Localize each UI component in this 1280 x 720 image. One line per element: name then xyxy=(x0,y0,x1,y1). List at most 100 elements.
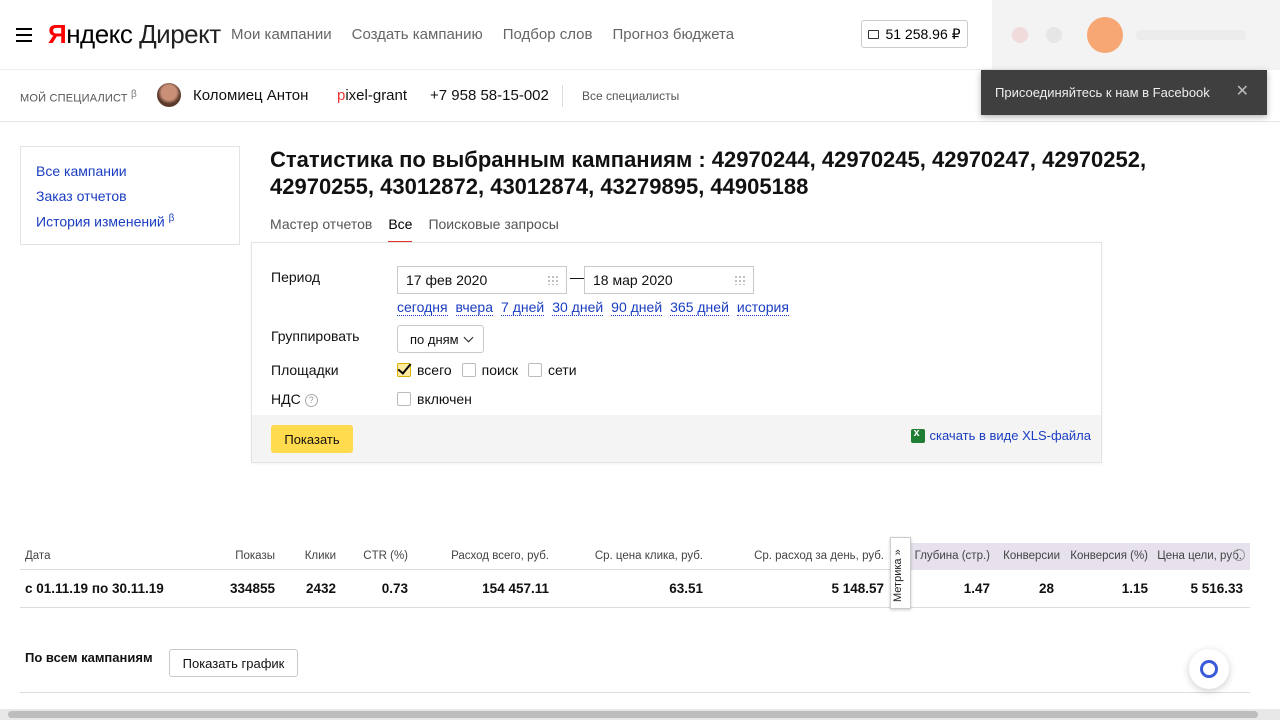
nav-create-campaign[interactable]: Создать кампанию xyxy=(352,26,483,43)
period-30-days[interactable]: 30 дней xyxy=(552,299,604,316)
cell-total-cost: 154 457.11 xyxy=(482,581,549,596)
col-ctr[interactable]: CTR (%) xyxy=(363,550,408,562)
grouping-value: по дням xyxy=(410,332,459,347)
page-title: Статистика по выбранным кампаниям : 4297… xyxy=(270,147,1147,199)
calendar-icon[interactable] xyxy=(547,275,559,285)
cell-avg-cpc: 63.51 xyxy=(669,581,703,596)
checkbox-all-label[interactable]: всего xyxy=(417,362,452,378)
horizontal-scrollbar[interactable] xyxy=(0,709,1280,720)
cell-goal-cost: 5 516.33 xyxy=(1190,581,1243,596)
checkbox-networks-label[interactable]: сети xyxy=(548,362,577,378)
nav-my-campaigns[interactable]: Мои кампании xyxy=(231,26,332,43)
apps-icon[interactable] xyxy=(1046,27,1062,43)
cell-avg-daily-cost: 5 148.57 xyxy=(831,581,884,596)
toast-text[interactable]: Присоединяйтесь к нам в Facebook xyxy=(995,85,1210,100)
checkbox-search[interactable] xyxy=(461,363,476,377)
logo-yandex: Яндекс xyxy=(48,19,133,49)
metrika-toggle[interactable]: Метрика » xyxy=(890,537,911,609)
logo[interactable]: Яндекс Директ xyxy=(48,19,221,50)
all-specialists-link[interactable]: Все специалисты xyxy=(582,89,679,103)
divider xyxy=(20,692,1250,693)
cell-depth: 1.47 xyxy=(963,581,990,596)
calendar-icon[interactable] xyxy=(734,275,746,285)
period-90-days[interactable]: 90 дней xyxy=(611,299,663,316)
sidebar-item-label: История изменений xyxy=(36,213,165,230)
vat-option: включен xyxy=(397,391,482,407)
quick-periods: сегодня вчера 7 дней 30 дней 90 дней 365… xyxy=(397,299,789,316)
group-label: Группировать xyxy=(271,328,360,344)
col-depth[interactable]: Глубина (стр.) xyxy=(915,550,990,562)
sidebar-item-change-history[interactable]: История изменений β xyxy=(36,213,224,230)
cell-impressions: 334855 xyxy=(229,581,275,596)
specialist-label-text: мой специалист xyxy=(20,92,128,105)
col-goal-cost[interactable]: Цена цели, руб. xyxy=(1157,550,1242,562)
col-date[interactable]: Дата xyxy=(25,550,50,562)
cell-conversions: 28 xyxy=(1038,581,1054,596)
show-button[interactable]: Показать xyxy=(271,425,353,453)
sidebar: Все кампании Заказ отчетов История измен… xyxy=(20,146,240,245)
tab-search-queries[interactable]: Поисковые запросы xyxy=(428,216,558,243)
beta-badge: β xyxy=(130,89,137,100)
checkbox-vat[interactable] xyxy=(397,392,411,406)
checkbox-vat-label[interactable]: включен xyxy=(417,391,472,407)
sidebar-item-all-campaigns[interactable]: Все кампании xyxy=(36,163,224,179)
period-history[interactable]: история xyxy=(736,299,789,316)
help-icon[interactable]: ? xyxy=(304,394,318,407)
facebook-toast: Присоединяйтесь к нам в Facebook ✕ xyxy=(981,70,1267,115)
table-row: с 01.11.19 по 30.11.19 334855 2432 0.73 … xyxy=(20,570,1250,608)
platforms-options: всего поиск сети xyxy=(397,362,587,378)
specialist-label: мой специалист β xyxy=(20,89,137,105)
col-total-cost[interactable]: Расход всего, руб. xyxy=(451,550,549,562)
chevron-down-icon xyxy=(463,332,474,343)
period-7-days[interactable]: 7 дней xyxy=(501,299,545,316)
vat-label: НДС? xyxy=(271,391,318,407)
notifications-icon[interactable] xyxy=(1012,27,1028,43)
tab-all[interactable]: Все xyxy=(388,216,413,243)
close-icon[interactable]: ✕ xyxy=(1236,84,1249,100)
period-yesterday[interactable]: вчера xyxy=(455,299,494,316)
date-to-value: 18 мар 2020 xyxy=(593,272,673,288)
nav-budget-forecast[interactable]: Прогноз бюджета xyxy=(612,26,734,43)
checkbox-search-label[interactable]: поиск xyxy=(482,362,518,378)
date-to-input[interactable]: 18 мар 2020 xyxy=(584,266,754,294)
all-campaigns-label: По всем кампаниям xyxy=(25,650,153,665)
table-header: Дата Показы Клики CTR (%) Расход всего, … xyxy=(20,543,1250,570)
grouping-select[interactable]: по дням xyxy=(397,325,484,353)
download-xls-label: скачать в виде XLS-файла xyxy=(929,428,1092,443)
nav-keyword-planner[interactable]: Подбор слов xyxy=(503,26,593,43)
login-rest: ixel-grant xyxy=(345,87,408,104)
col-avg-cpc[interactable]: Ср. цена клика, руб. xyxy=(595,550,703,562)
tab-report-wizard[interactable]: Мастер отчетов xyxy=(270,216,372,243)
date-from-input[interactable]: 17 фев 2020 xyxy=(397,266,567,294)
cell-ctr: 0.73 xyxy=(381,581,408,596)
chat-icon[interactable] xyxy=(1189,649,1229,689)
menu-icon[interactable] xyxy=(16,28,32,42)
show-chart-button[interactable]: Показать график xyxy=(169,649,298,677)
col-conversions[interactable]: Конверсии xyxy=(1003,550,1060,562)
panel-footer: Показать скачать в виде XLS-файла xyxy=(252,415,1101,462)
specialist-name: Коломиец Антон xyxy=(193,87,309,104)
top-header: Яндекс Директ Мои кампании Создать кампа… xyxy=(0,0,1280,70)
col-avg-daily-cost[interactable]: Ср. расход за день, руб. xyxy=(754,550,884,562)
period-today[interactable]: сегодня xyxy=(397,299,448,316)
top-nav: Мои кампании Создать кампанию Подбор сло… xyxy=(231,26,734,43)
logo-product: Директ xyxy=(139,19,221,49)
specialist-phone: +7 958 58-15-002 xyxy=(430,87,549,104)
date-separator: — xyxy=(570,269,584,285)
sidebar-item-report-orders[interactable]: Заказ отчетов xyxy=(36,188,224,204)
user-login-blurred xyxy=(1136,30,1246,40)
wallet-icon xyxy=(868,29,880,39)
user-avatar[interactable] xyxy=(1087,17,1123,53)
col-clicks[interactable]: Клики xyxy=(305,550,336,562)
checkbox-all[interactable] xyxy=(397,363,411,377)
metrika-toggle-label: Метрика » xyxy=(892,549,904,602)
download-xls-link[interactable]: скачать в виде XLS-файла xyxy=(910,427,1092,443)
column-settings-icon[interactable] xyxy=(1233,549,1245,561)
checkbox-networks[interactable] xyxy=(527,363,542,377)
balance-button[interactable]: 51 258.96 ₽ xyxy=(861,20,968,48)
period-365-days[interactable]: 365 дней xyxy=(670,299,729,316)
logo-yandex-rest: ндекс xyxy=(66,19,133,49)
col-conversion-rate[interactable]: Конверсия (%) xyxy=(1070,550,1148,562)
col-impressions[interactable]: Показы xyxy=(235,550,275,562)
scrollbar-thumb[interactable] xyxy=(8,711,1258,718)
